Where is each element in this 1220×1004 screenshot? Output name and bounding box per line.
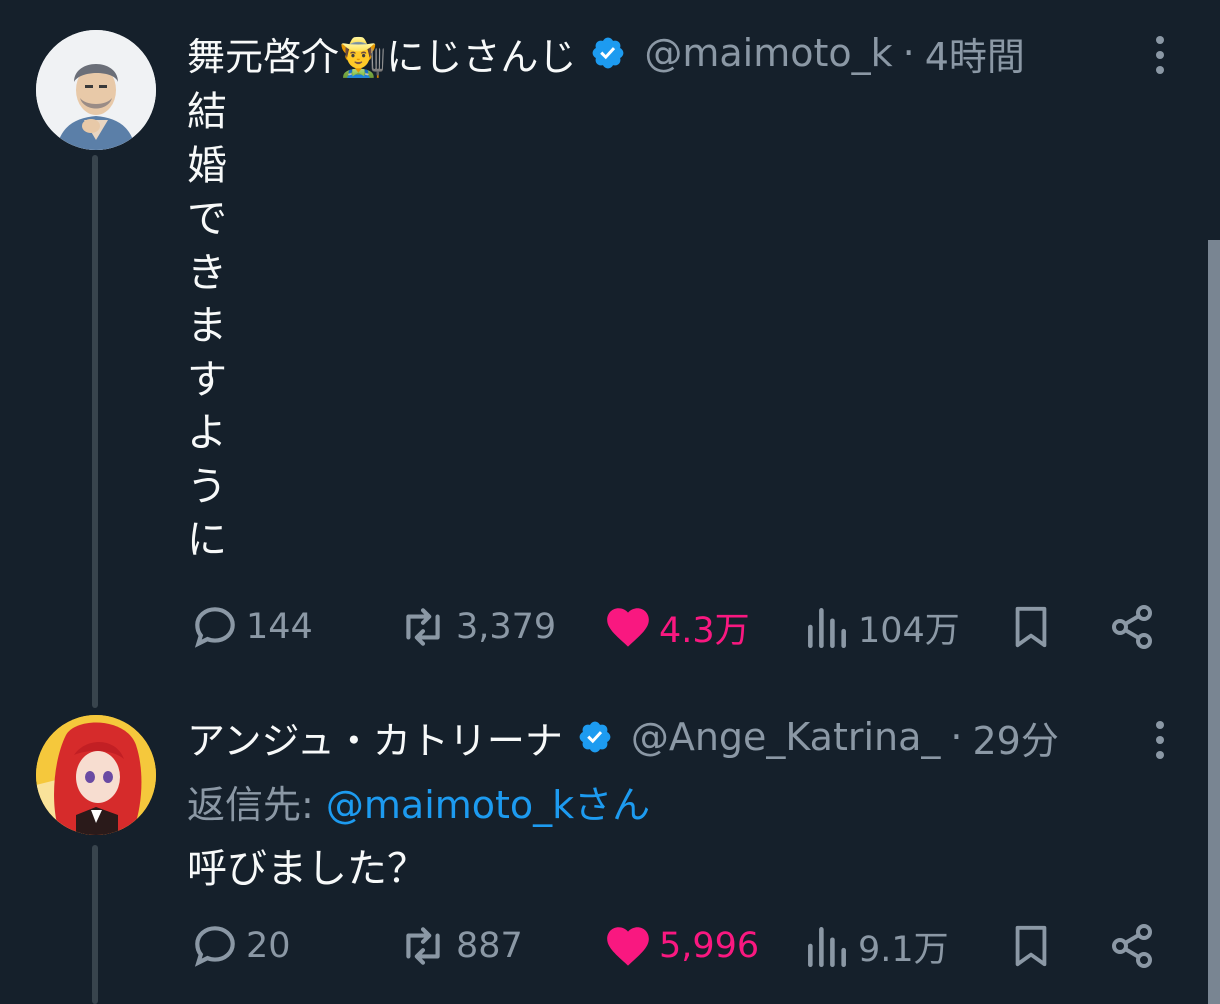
replying-to: 返信先: @maimoto_kさん <box>187 774 650 829</box>
display-name[interactable]: 舞元啓介👨‍🌾にじさんじ <box>187 26 576 81</box>
thread-line-bottom <box>92 845 98 1004</box>
replying-to-label: 返信先: <box>187 783 326 827</box>
verified-badge-icon[interactable] <box>577 719 613 755</box>
retweet-icon <box>406 608 440 646</box>
tweet-text-char: で <box>187 196 227 242</box>
timestamp[interactable]: 4時間 <box>925 26 1025 81</box>
views-icon <box>808 608 846 649</box>
retweet-button[interactable]: 3,379 <box>396 597 556 657</box>
scrollbar[interactable] <box>1208 240 1220 1004</box>
reply-button[interactable]: 20 <box>190 916 291 976</box>
share-button[interactable] <box>1108 916 1156 976</box>
views-count: 9.1万 <box>858 929 949 970</box>
replying-to-link[interactable]: @maimoto_k <box>326 783 574 827</box>
bookmark-icon <box>1015 606 1047 648</box>
tweet-header: 舞元啓介👨‍🌾にじさんじ @maimoto_k · 4時間 <box>187 30 1025 79</box>
views-button[interactable]: 9.1万 <box>802 916 949 976</box>
share-icon <box>1112 605 1152 649</box>
like-count: 4.3万 <box>659 610 750 651</box>
separator-dot: · <box>950 715 963 759</box>
tweet-text-char: き <box>187 249 227 296</box>
display-name[interactable]: アンジュ・カトリーナ <box>187 710 563 765</box>
timestamp[interactable]: 29分 <box>973 710 1059 765</box>
tweet-text-char: 結 <box>187 89 227 135</box>
like-button[interactable]: 5,996 <box>603 916 759 976</box>
tweet-text-char: に <box>187 517 227 563</box>
tweet-text-char: ま <box>187 303 227 349</box>
views-button[interactable]: 104万 <box>802 597 960 657</box>
reply-button[interactable]: 144 <box>190 597 313 657</box>
thread-line-top <box>92 155 98 708</box>
reply-count: 144 <box>246 607 313 647</box>
heart-filled-icon <box>607 608 649 647</box>
avatar-man-image <box>36 30 156 150</box>
bookmark-button[interactable] <box>1008 916 1054 976</box>
avatar[interactable] <box>36 715 156 835</box>
more-options-icon[interactable] <box>1150 36 1170 74</box>
heart-filled-icon <box>607 927 649 966</box>
tweet-header: アンジュ・カトリーナ @Ange_Katrina_ · 29分 <box>187 714 1059 763</box>
bookmark-icon <box>1015 925 1047 967</box>
reply-icon <box>194 926 235 967</box>
retweet-icon <box>406 927 440 965</box>
handle[interactable]: @maimoto_k <box>644 31 892 75</box>
reply-icon <box>194 607 235 648</box>
retweet-count: 887 <box>456 926 523 966</box>
reply-count: 20 <box>246 926 291 966</box>
avatar-girl-image <box>36 715 156 835</box>
tweet-text: 結 婚 で き ま す よ う に <box>187 86 227 568</box>
like-button[interactable]: 4.3万 <box>603 597 750 657</box>
retweet-count: 3,379 <box>456 607 557 647</box>
handle[interactable]: @Ange_Katrina_ <box>631 715 941 759</box>
share-icon <box>1112 924 1152 968</box>
more-options-icon[interactable] <box>1150 721 1170 759</box>
tweet-text-char: す <box>187 356 227 403</box>
separator-dot: · <box>902 31 915 75</box>
tweet-text-char: よ <box>187 410 227 456</box>
tweet-text: 呼びました？ <box>187 846 427 892</box>
bookmark-button[interactable] <box>1008 597 1054 657</box>
replying-to-suffix: さん <box>574 783 651 827</box>
tweet-text-char: 婚 <box>187 142 227 189</box>
like-count: 5,996 <box>659 926 760 966</box>
views-icon <box>808 927 846 968</box>
tweet-text-char: う <box>187 463 227 510</box>
views-count: 104万 <box>858 610 960 651</box>
avatar[interactable] <box>36 30 156 150</box>
share-button[interactable] <box>1108 597 1156 657</box>
verified-badge-icon[interactable] <box>590 35 626 71</box>
retweet-button[interactable]: 887 <box>396 916 523 976</box>
